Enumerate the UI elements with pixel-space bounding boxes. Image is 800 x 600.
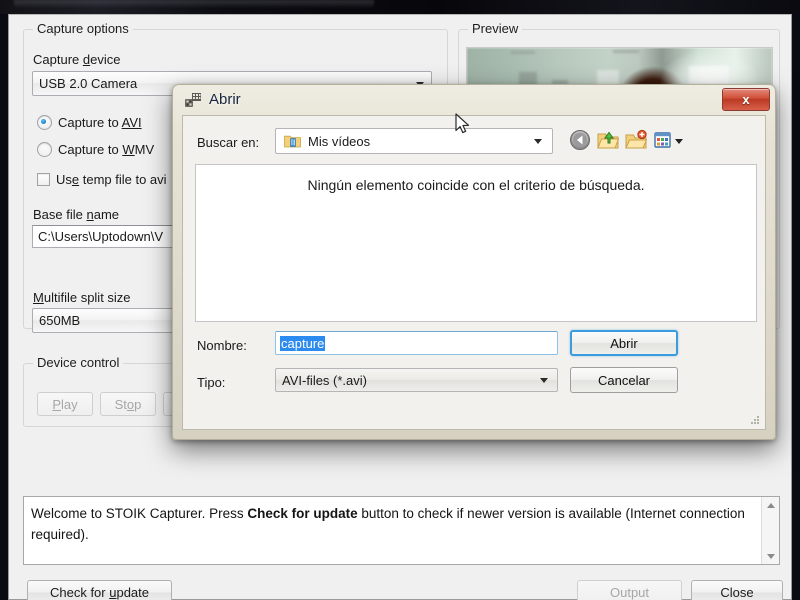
- output-button[interactable]: Output: [577, 580, 682, 600]
- dialog-close-label: x: [742, 92, 750, 107]
- stop-button[interactable]: Stop: [100, 392, 156, 416]
- open-button[interactable]: Abrir: [570, 330, 678, 356]
- base-file-name-value: C:\Users\Uptodown\V: [38, 229, 163, 244]
- radio-indicator-avi: [37, 115, 52, 130]
- screen: Capture options Capture device USB 2.0 C…: [0, 0, 800, 600]
- folder-video-icon: [284, 135, 301, 148]
- check-for-update-button[interactable]: Check for update: [27, 580, 172, 600]
- triangle-up-icon: [766, 502, 775, 508]
- output-button-label: Output: [609, 585, 650, 600]
- cancel-button[interactable]: Cancelar: [570, 367, 678, 393]
- radio-label-wmv: Capture to WMV: [58, 142, 155, 157]
- capture-device-label: Capture device: [33, 52, 121, 67]
- dialog-titlebar[interactable]: Abrir x: [173, 85, 775, 115]
- status-line1-bold: Check for update: [247, 506, 358, 521]
- file-list-empty-message: Ningún elemento coincide con el criterio…: [307, 177, 645, 193]
- chevron-down-icon: [540, 378, 548, 383]
- desktop-background: [0, 0, 800, 14]
- base-file-name-label: Base file name: [33, 207, 120, 222]
- file-type-label: Tipo:: [197, 375, 226, 390]
- status-log-box[interactable]: Welcome to STOIK Capturer. Press Check f…: [23, 496, 780, 565]
- status-log-scrollbar[interactable]: [761, 497, 779, 564]
- preview-title: Preview: [468, 21, 523, 36]
- open-button-label: Abrir: [610, 335, 638, 351]
- dialog-title: Abrir: [209, 91, 241, 108]
- close-button-label: Close: [720, 585, 754, 600]
- radio-capture-to-wmv[interactable]: Capture to WMV: [37, 142, 154, 157]
- device-control-title: Device control: [33, 355, 124, 370]
- abrir-dialog: Abrir x Buscar en: Mis vídeos Ningún ele…: [172, 84, 776, 440]
- close-button[interactable]: Close: [691, 580, 783, 600]
- capture-options-title: Capture options: [33, 21, 133, 36]
- look-in-label: Buscar en:: [197, 135, 260, 150]
- file-type-value: AVI-files (*.avi): [282, 372, 367, 388]
- views-icon[interactable]: [653, 129, 675, 151]
- scroll-up-button[interactable]: [762, 497, 779, 513]
- resize-grip[interactable]: [749, 414, 761, 426]
- status-line1-pre: Welcome to STOIK Capturer. Press: [31, 506, 248, 521]
- back-icon[interactable]: [569, 129, 591, 151]
- status-line1-post: button to check if newer version is avai…: [357, 506, 622, 521]
- capture-device-value: USB 2.0 Camera: [39, 76, 138, 91]
- file-type-combo[interactable]: AVI-files (*.avi): [275, 368, 558, 392]
- multifile-split-size-label: Multifile split size: [33, 290, 131, 305]
- dialog-close-icon[interactable]: x: [722, 88, 770, 111]
- scroll-down-button[interactable]: [762, 548, 779, 564]
- triangle-down-icon: [766, 553, 775, 559]
- dialog-body: Buscar en: Mis vídeos Ningún elemento co…: [182, 115, 766, 430]
- checkbox-label-temp: Use temp file to avi: [56, 172, 167, 187]
- file-name-label: Nombre:: [197, 338, 247, 353]
- chevron-down-icon: [534, 139, 542, 144]
- checkbox-use-temp-file[interactable]: Use temp file to avi: [37, 172, 167, 187]
- file-list[interactable]: Ningún elemento coincide con el criterio…: [195, 164, 757, 322]
- file-name-value: capture: [280, 335, 326, 351]
- background-window-titlebar: [14, 0, 374, 8]
- app-window-icon: [185, 93, 201, 107]
- cancel-button-label: Cancelar: [597, 372, 651, 388]
- radio-indicator-wmv: [37, 142, 52, 157]
- multifile-split-size-value: 650MB: [39, 313, 81, 328]
- views-chevron-down-icon[interactable]: [675, 139, 683, 144]
- radio-label-avi: Capture to AVI: [58, 115, 142, 130]
- status-log-text: Welcome to STOIK Capturer. Press Check f…: [31, 503, 757, 545]
- play-button[interactable]: Play: [37, 392, 93, 416]
- mouse-cursor: [455, 113, 470, 134]
- checkbox-indicator-temp: [37, 173, 50, 186]
- radio-capture-to-avi[interactable]: Capture to AVI: [37, 115, 142, 130]
- up-folder-icon[interactable]: [597, 129, 619, 151]
- look-in-value: Mis vídeos: [308, 133, 371, 149]
- new-folder-icon[interactable]: [625, 129, 647, 151]
- look-in-combo[interactable]: Mis vídeos: [275, 128, 553, 154]
- file-name-input[interactable]: capture: [275, 331, 558, 355]
